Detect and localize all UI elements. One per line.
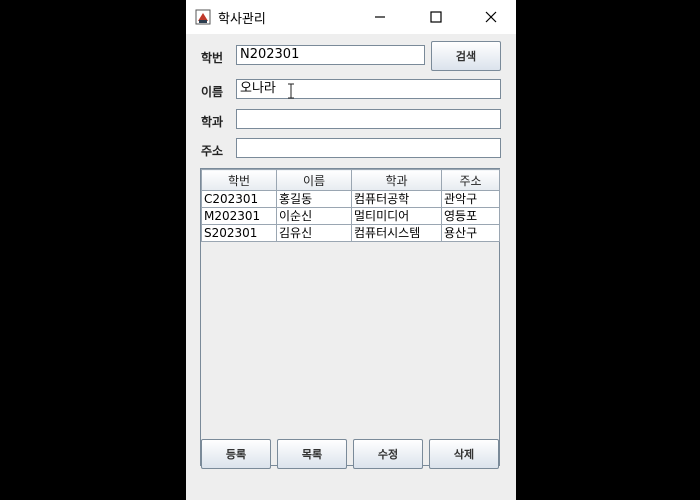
department-field[interactable]	[236, 109, 501, 129]
table-row[interactable]: C202301 홍길동 컴퓨터공학 관악구	[201, 190, 500, 208]
name-label: 이름	[201, 85, 224, 99]
table-cell[interactable]: 홍길동	[276, 190, 352, 208]
column-header-name[interactable]: 이름	[276, 169, 352, 191]
student-id-field[interactable]: N202301	[236, 45, 425, 65]
table-cell[interactable]: C202301	[201, 190, 277, 208]
main-panel: 학번 N202301 검색 이름 오나라 학과 주소 학번 이름 학과 주소 C…	[186, 34, 516, 500]
table-cell[interactable]: 김유신	[276, 224, 352, 242]
table-cell[interactable]: 이순신	[276, 207, 352, 225]
table-cell[interactable]: 컴퓨터공학	[351, 190, 442, 208]
table-cell[interactable]: M202301	[201, 207, 277, 225]
minimize-button[interactable]	[360, 4, 400, 30]
address-field[interactable]	[236, 138, 501, 158]
title-bar[interactable]: 학사관리	[186, 0, 516, 34]
maximize-button[interactable]	[416, 4, 456, 30]
table-cell[interactable]: 멀티미디어	[351, 207, 442, 225]
java-app-icon	[195, 9, 211, 25]
app-window: 학사관리 학번 N202301 검색 이름 오나라 학과 주소 학번 이름 학과…	[186, 0, 516, 500]
list-button[interactable]: 목록	[277, 439, 347, 469]
student-id-label: 학번	[201, 51, 224, 65]
close-icon	[485, 11, 497, 23]
maximize-icon	[430, 11, 442, 23]
department-label: 학과	[201, 115, 224, 129]
window-title: 학사관리	[218, 12, 266, 27]
text-cursor-icon	[288, 83, 294, 99]
close-button[interactable]	[471, 4, 511, 30]
register-button[interactable]: 등록	[201, 439, 271, 469]
student-table[interactable]: 학번 이름 학과 주소 C202301 홍길동 컴퓨터공학 관악구 M20230…	[200, 168, 500, 466]
delete-button[interactable]: 삭제	[429, 439, 499, 469]
table-cell[interactable]: 용산구	[441, 224, 500, 242]
table-cell[interactable]: 영등포	[441, 207, 500, 225]
table-cell[interactable]: S202301	[201, 224, 277, 242]
search-button[interactable]: 검색	[431, 41, 501, 71]
edit-button[interactable]: 수정	[353, 439, 423, 469]
table-cell[interactable]: 관악구	[441, 190, 500, 208]
column-header-address[interactable]: 주소	[441, 169, 500, 191]
column-header-department[interactable]: 학과	[351, 169, 442, 191]
address-label: 주소	[201, 144, 224, 158]
table-row[interactable]: S202301 김유신 컴퓨터시스템 용산구	[201, 224, 500, 242]
table-cell[interactable]: 컴퓨터시스템	[351, 224, 442, 242]
table-header-row: 학번 이름 학과 주소	[201, 169, 500, 191]
name-field[interactable]: 오나라	[236, 79, 501, 99]
table-row[interactable]: M202301 이순신 멀티미디어 영등포	[201, 207, 500, 225]
column-header-student-id[interactable]: 학번	[201, 169, 277, 191]
minimize-icon	[375, 16, 385, 18]
